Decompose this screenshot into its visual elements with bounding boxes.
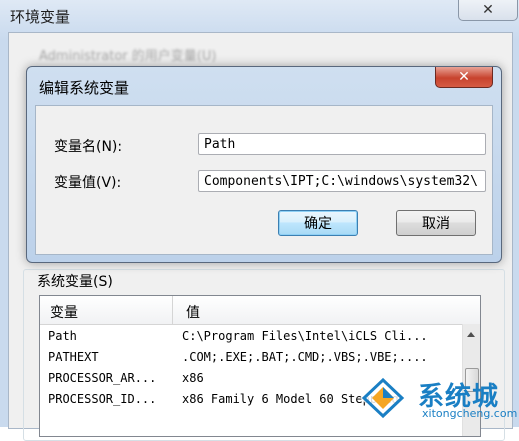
variable-name: Path	[48, 329, 77, 343]
table-row[interactable]: Path C:\Program Files\Intel\iCLS Cli...	[40, 326, 462, 346]
variable-value: x86	[182, 371, 204, 385]
system-variables-label: 系统变量(S)	[35, 271, 115, 291]
close-icon[interactable]: ✕	[458, 0, 518, 21]
variable-name: PROCESSOR_AR...	[48, 371, 157, 385]
dialog-title: 编辑系统变量	[39, 79, 130, 97]
variable-name: PROCESSOR_ID...	[48, 392, 157, 406]
column-header-variable[interactable]: 变量	[50, 302, 78, 322]
edit-system-variable-dialog: 编辑系统变量 ✕ 变量名(N): Path 变量值(V): Components…	[26, 66, 502, 263]
variable-name: PATHEXT	[48, 350, 99, 364]
table-row[interactable]: PATHEXT .COM;.EXE;.BAT;.CMD;.VBS;.VBE;..…	[40, 347, 462, 367]
watermark-logo-icon	[360, 376, 406, 420]
variable-value-label: 变量值(V):	[54, 175, 122, 191]
variable-value-input[interactable]: Components\IPT;C:\windows\system32\	[198, 170, 486, 192]
variable-name-label: 变量名(N):	[54, 139, 123, 155]
list-header: 变量 值	[40, 296, 480, 325]
user-variables-label: Administrator 的用户变量(U)	[39, 49, 217, 64]
window-title: 环境变量	[10, 8, 71, 26]
dialog-body: 变量名(N): Path 变量值(V): Components\IPT;C:\w…	[35, 105, 493, 255]
watermark-url: xitongcheng.com	[422, 407, 518, 420]
ok-button[interactable]: 确定	[278, 210, 358, 236]
variable-name-input[interactable]: Path	[198, 133, 486, 155]
variable-value: C:\Program Files\Intel\iCLS Cli...	[182, 329, 428, 343]
variable-value: .COM;.EXE;.BAT;.CMD;.VBS;.VBE;....	[182, 350, 428, 364]
close-icon[interactable]: ✕	[435, 67, 493, 88]
watermark: 系统城 xitongcheng.com	[356, 372, 518, 424]
cancel-button[interactable]: 取消	[396, 210, 476, 236]
scroll-up-arrow-icon[interactable]	[467, 332, 475, 337]
column-header-value[interactable]: 值	[186, 302, 200, 322]
column-separator[interactable]	[172, 296, 173, 324]
